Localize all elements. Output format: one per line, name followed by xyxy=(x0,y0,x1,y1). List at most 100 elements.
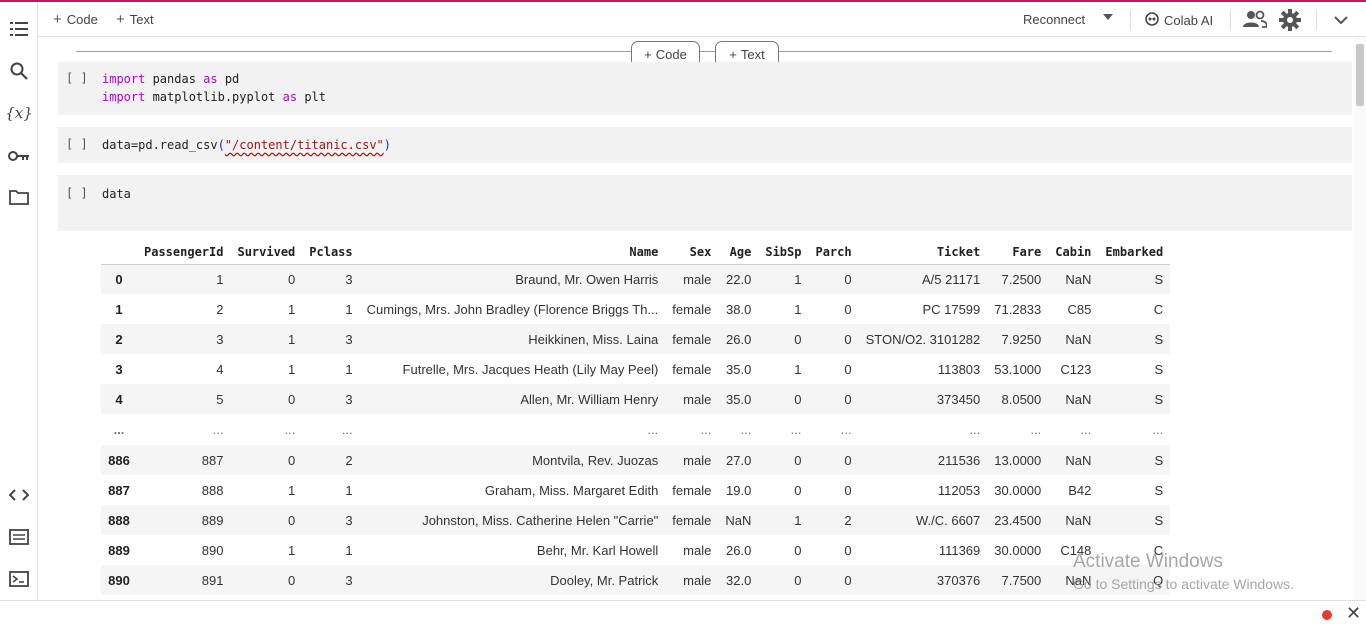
search-icon[interactable] xyxy=(8,60,30,82)
table-cell: 0 xyxy=(794,542,802,558)
code-token: ) xyxy=(383,138,392,152)
add-text-label: Text xyxy=(129,12,154,27)
close-icon[interactable]: ✕ xyxy=(1346,603,1361,624)
insert-code-label: Code xyxy=(655,47,687,62)
table-row: 886 887 0 2 Montvila, Rev. Juozas male 27.0 0 0 2… xyxy=(101,445,1171,475)
table-cell: 26.0 xyxy=(718,324,759,354)
table-cell: 2 xyxy=(216,301,224,317)
table-cell: 1 xyxy=(288,361,296,377)
table-cell: 0 xyxy=(230,565,303,595)
table-cell: 373450 xyxy=(858,384,988,414)
table-cell: 0 xyxy=(758,445,809,475)
reconnect-button[interactable]: Reconnect xyxy=(1023,12,1085,27)
table-row: 889 890 1 1 Behr, Mr. Karl Howell male 26.0 0 0 1… xyxy=(101,535,1170,565)
table-cell: 0 xyxy=(844,542,852,558)
toolbar-separator xyxy=(1316,10,1317,30)
table-cell: S xyxy=(1098,445,1171,475)
table-cell: B42 xyxy=(1068,482,1092,498)
key-icon[interactable] xyxy=(8,145,30,167)
scrollbar-thumb[interactable] xyxy=(1356,44,1364,106)
colab-ai-button[interactable]: Colab AI xyxy=(1145,12,1213,29)
row-index: 3 xyxy=(115,361,123,377)
table-cell: C xyxy=(1153,301,1164,317)
code-token: data xyxy=(102,187,131,201)
column-header: Sex xyxy=(665,240,719,265)
folder-icon[interactable] xyxy=(8,186,30,208)
add-code-button[interactable]: + Code xyxy=(53,11,98,28)
table-cell: 1 xyxy=(794,301,802,317)
table-cell: S xyxy=(1154,482,1164,498)
dataframe-body: 0 1 0 3 Braund, Mr. Owen Harris male 22.0 1 0 A/5… xyxy=(101,264,1171,595)
table-cell: 887 xyxy=(137,445,231,475)
activate-windows-title: Activate Windows xyxy=(1073,551,1223,572)
code-cell[interactable]: [ ] data xyxy=(58,175,1352,231)
table-cell: 0 xyxy=(758,384,809,414)
code-line: data=pd.read_csv("/content/titanic.csv") xyxy=(102,136,391,154)
table-cell: 3 xyxy=(302,384,360,414)
run-cell-button[interactable]: [ ] xyxy=(66,186,88,200)
row-index: 888 xyxy=(101,505,137,535)
cell-source[interactable]: data=pd.read_csv("/content/titanic.csv") xyxy=(102,136,391,154)
dataframe-output: PassengerId Survived Pclass Name Sex Age SibSp… xyxy=(101,240,1171,595)
table-row: 0 1 0 3 Braund, Mr. Owen Harris male 22.0 1 0 A/5… xyxy=(101,264,1171,294)
table-cell: 1 xyxy=(137,264,231,294)
runtime-dropdown-icon[interactable] xyxy=(1103,14,1113,20)
add-text-button[interactable]: + Text xyxy=(116,11,154,28)
table-row: 4 5 0 3 Allen, Mr. William Henry male 35.0 0 0 37… xyxy=(101,384,1171,414)
add-cell-divider xyxy=(76,51,1332,52)
table-cell: male xyxy=(665,384,719,414)
column-header: SibSp xyxy=(758,240,809,265)
table-cell: 3 xyxy=(137,324,231,354)
toolbar-separator xyxy=(1230,10,1231,30)
table-cell: A/5 21171 xyxy=(858,264,988,294)
column-header: Name xyxy=(359,240,666,265)
cell-source[interactable]: data xyxy=(102,185,131,203)
column-header: Cabin xyxy=(1048,240,1099,265)
table-cell: PC 17599 xyxy=(922,301,981,317)
chevron-down-icon[interactable] xyxy=(1334,12,1348,30)
table-cell: 0 xyxy=(758,565,809,595)
terminal-icon[interactable] xyxy=(8,568,30,590)
code-token: ( xyxy=(217,138,225,152)
column-header: Pclass xyxy=(302,240,360,265)
cell-source[interactable]: import pandas as pd import matplotlib.pyp… xyxy=(102,70,326,106)
table-row: 888 889 0 3 Johnston, Miss. Catherine Helen … xyxy=(101,505,1171,535)
table-cell: W./C. 6607 xyxy=(858,505,988,535)
table-cell: 1 xyxy=(288,301,296,317)
column-header: Fare xyxy=(987,240,1049,265)
share-people-icon[interactable] xyxy=(1243,10,1268,33)
table-cell: 7.2500 xyxy=(987,264,1049,294)
status-bar: ✕ xyxy=(0,600,1366,624)
table-cell: 111369 xyxy=(938,542,981,558)
code-cell[interactable]: [ ] import pandas as pd import matplotlib… xyxy=(58,62,1352,115)
table-cell: Braund, Mr. Owen Harris xyxy=(359,264,666,294)
table-cell: 1 xyxy=(758,264,809,294)
table-cell: 7.9250 xyxy=(987,324,1049,354)
code-snippets-icon[interactable] xyxy=(8,484,30,506)
gear-icon[interactable] xyxy=(1279,9,1301,36)
code-cell[interactable]: [ ] data=pd.read_csv("/content/titanic.c… xyxy=(58,127,1352,163)
table-cell: 13.0000 xyxy=(987,445,1049,475)
table-cell: 3 xyxy=(302,505,360,535)
table-cell: 1 xyxy=(288,482,296,498)
table-cell: ... xyxy=(341,422,353,437)
code-keyword: as xyxy=(203,72,218,86)
plus-icon: + xyxy=(53,11,62,28)
run-cell-button[interactable]: [ ] xyxy=(66,137,88,151)
table-cell: 30.0000 xyxy=(994,482,1042,498)
code-line: import matplotlib.pyplot as plt xyxy=(102,88,326,106)
code-keyword: import xyxy=(102,90,146,104)
table-row: 2 3 1 3 Heikkinen, Miss. Laina female 26.0 0 0 ST… xyxy=(101,324,1171,354)
vertical-scrollbar[interactable] xyxy=(1354,38,1366,600)
table-cell: S xyxy=(1098,324,1171,354)
code-token: data=pd.read_csv xyxy=(102,138,218,152)
table-cell: ... xyxy=(212,422,224,437)
command-palette-icon[interactable] xyxy=(8,526,30,548)
table-cell: ... xyxy=(740,422,752,437)
table-of-contents-icon[interactable] xyxy=(8,18,30,40)
table-cell: ... xyxy=(790,422,802,437)
run-cell-button[interactable]: [ ] xyxy=(66,71,88,85)
column-header: Ticket xyxy=(858,240,988,265)
dataframe-header-row: PassengerId Survived Pclass Name Sex Age SibSp… xyxy=(101,240,1171,265)
variables-icon[interactable]: {x} xyxy=(5,102,33,124)
